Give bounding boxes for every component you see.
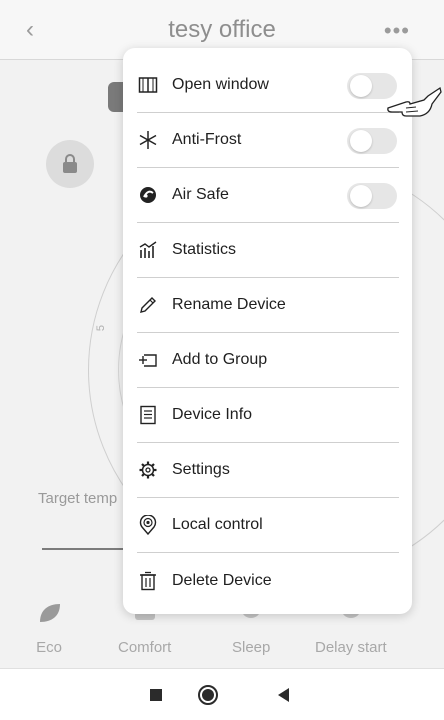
home-dot [202, 689, 214, 701]
more-options-button[interactable]: ••• [384, 18, 410, 44]
toggle-knob [350, 130, 372, 152]
add-to-group-icon [137, 349, 159, 371]
menu-item-label: Open window [172, 76, 269, 93]
menu-item-air-safe[interactable]: Air Safe [137, 168, 399, 223]
back-button[interactable]: ‹ [26, 16, 34, 44]
menu-item-label: Anti-Frost [172, 131, 242, 148]
mode-label: Sleep [232, 639, 271, 656]
target-temp-label: Target temp [38, 490, 118, 507]
menu-item-open-window[interactable]: Open window [137, 58, 399, 113]
air-safe-icon [137, 184, 159, 206]
mode-label: Delay start [315, 639, 387, 656]
dial-tick-label: 5 [95, 324, 108, 332]
menu-item-local-control[interactable]: Local control [137, 498, 399, 553]
lock-icon [63, 154, 77, 173]
menu-item-label: Statistics [172, 241, 237, 258]
menu-item-label: Add to Group [172, 351, 268, 368]
pencil-icon [137, 294, 159, 316]
toggle-knob [350, 75, 372, 97]
mode-eco[interactable]: Eco [36, 590, 62, 656]
air-safe-toggle[interactable] [347, 183, 397, 209]
anti-frost-toggle[interactable] [347, 128, 397, 154]
system-nav-bar [0, 668, 444, 720]
toggle-knob [350, 185, 372, 207]
menu-item-rename-device[interactable]: Rename Device [137, 278, 399, 333]
menu-item-label: Device Info [172, 406, 253, 423]
page-title: tesy office [168, 15, 276, 43]
lock-button[interactable] [46, 140, 94, 188]
window-icon [137, 74, 159, 96]
recent-apps-icon[interactable] [150, 689, 162, 701]
menu-item-label: Settings [172, 461, 230, 478]
statistics-icon [137, 239, 159, 261]
menu-item-label: Rename Device [172, 296, 286, 313]
menu-item-settings[interactable]: Settings [137, 443, 399, 498]
snowflake-icon [137, 129, 159, 151]
menu-item-anti-frost[interactable]: Anti-Frost [137, 113, 399, 168]
menu-item-add-to-group[interactable]: Add to Group [137, 333, 399, 388]
home-icon[interactable] [198, 685, 218, 705]
mode-label: Comfort [118, 639, 172, 656]
temperature-slider[interactable] [42, 548, 132, 550]
trash-icon [137, 570, 159, 592]
menu-item-device-info[interactable]: Device Info [137, 388, 399, 443]
menu-item-delete-device[interactable]: Delete Device [137, 553, 399, 608]
mode-label: Eco [36, 639, 62, 656]
local-control-icon [137, 514, 159, 536]
menu-item-label: Local control [172, 516, 263, 533]
menu-item-statistics[interactable]: Statistics [137, 223, 399, 278]
leaf-icon [40, 604, 60, 622]
menu-item-label: Air Safe [172, 186, 229, 203]
options-menu: Open window Anti-Frost Air Safe Statisti… [123, 48, 412, 614]
document-icon [137, 404, 159, 426]
menu-item-label: Delete Device [172, 571, 272, 589]
pointing-hand-icon [387, 86, 442, 117]
gear-icon [137, 459, 159, 481]
back-icon[interactable] [278, 688, 289, 702]
